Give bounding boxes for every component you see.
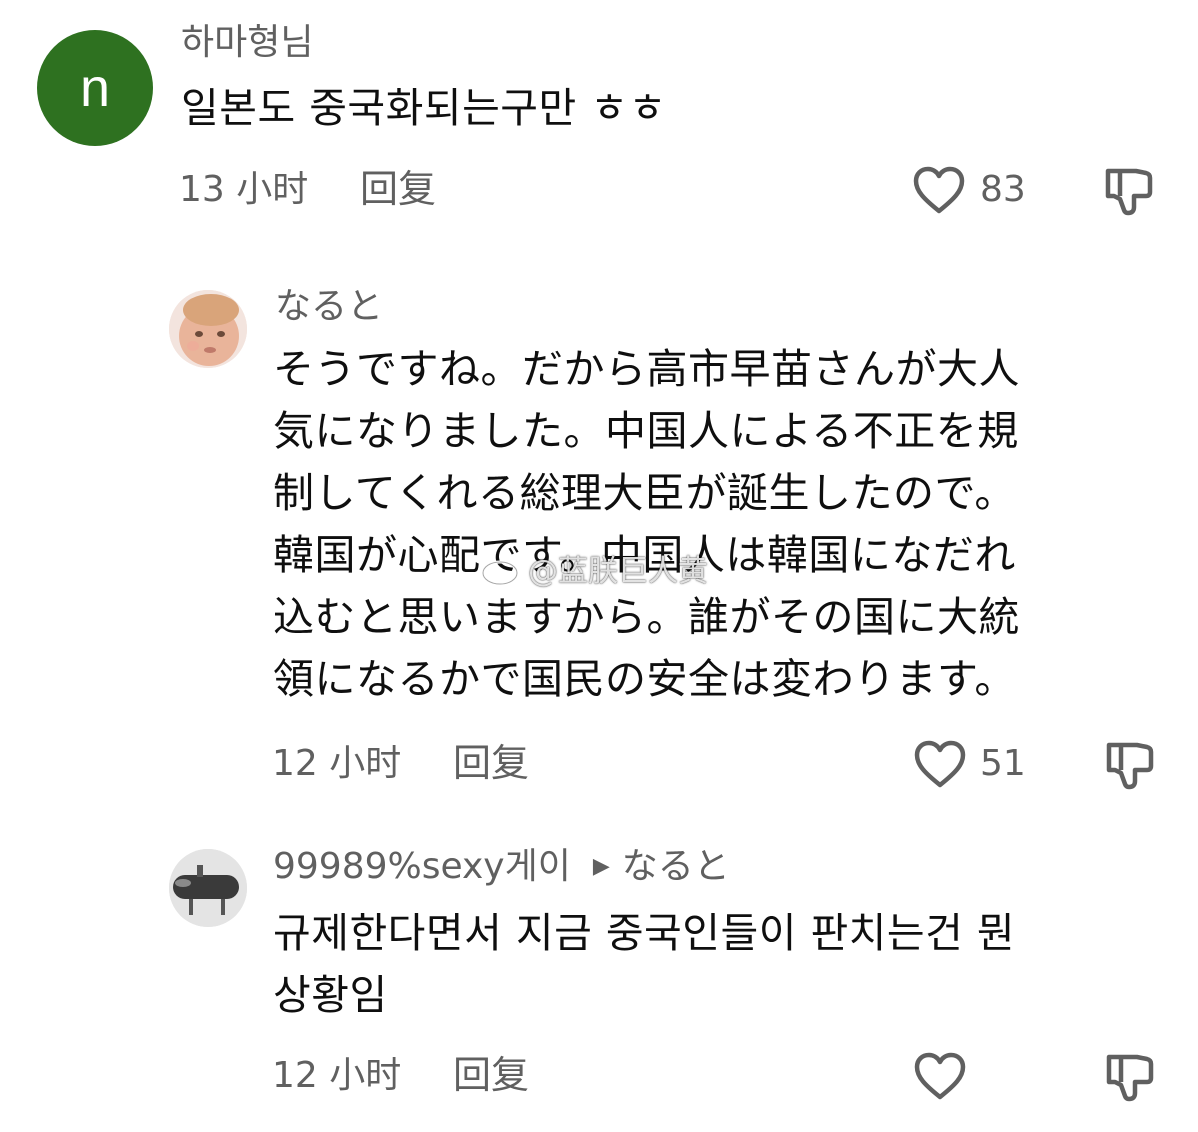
comment-text-line: 韓国が心配です。中国人は韓国になだれ [273,531,1016,579]
watermark-text: @蓝朕巨人黄 [528,554,708,589]
comment-text-line: 込むと思いますから。誰がその国に大統 [273,593,1020,641]
comment-text-line: 규제한다면서 지금 중국인들이 판치는건 뭔 [273,909,1016,957]
comment-text: 규제한다면서 지금 중국인들이 판치는건 뭔 상황임 [273,902,1153,1026]
reply-button[interactable]: 回复 [453,741,529,785]
reply-to-author[interactable]: なると [622,846,730,887]
heart-outline-icon[interactable] [913,739,967,791]
comment-author[interactable]: 99989%sexy게이 [273,846,571,887]
capsule-photo-icon [169,849,247,927]
comment-author[interactable]: 하마형님 [181,21,313,65]
comment-timestamp: 13 小时 [179,169,309,210]
comment-text: そうですね。だから高市早苗さんが大人 気になりました。中国人による不正を規 制し… [273,338,1153,710]
avatar-letter: n [79,58,111,118]
comment-text: 일본도 중국화되는구만 ㅎㅎ [181,84,667,132]
weibo-icon [480,553,524,591]
watermark: @蓝朕巨人黄 [480,553,708,591]
like-count: 51 [980,743,1026,784]
comment-text-line: 領になるかで国民の安全は変わります。 [273,655,1016,703]
triangle-right-icon: ▶ [592,854,610,879]
like-count: 83 [980,169,1026,210]
thumbs-down-icon[interactable] [1103,739,1155,791]
reply-button[interactable]: 回复 [360,167,436,211]
comment-text-line: 気になりました。中国人による不正を規 [273,407,1019,455]
comment-author-line: 99989%sexy게이 ▶ なると [273,845,730,889]
thumbs-down-icon[interactable] [1102,165,1154,217]
thumbs-down-icon[interactable] [1103,1051,1155,1103]
avatar-hamahyeongnim[interactable]: n [37,30,153,146]
comment-text-line: 상황임 [273,971,388,1019]
comment-text-line: 制してくれる総理大臣が誕生したので。 [273,469,1016,517]
heart-outline-icon[interactable] [912,165,966,217]
avatar-99989sexy[interactable] [169,849,247,927]
baby-photo-icon [169,290,247,368]
heart-outline-icon[interactable] [913,1051,967,1103]
comment-timestamp: 12 小时 [272,743,402,784]
comment-text-line: そうですね。だから高市早苗さんが大人 [273,345,1020,393]
comment-timestamp: 12 小时 [272,1055,402,1096]
avatar-naruto[interactable] [169,290,247,368]
reply-button[interactable]: 回复 [453,1053,529,1097]
comment-author[interactable]: なると [275,285,383,329]
